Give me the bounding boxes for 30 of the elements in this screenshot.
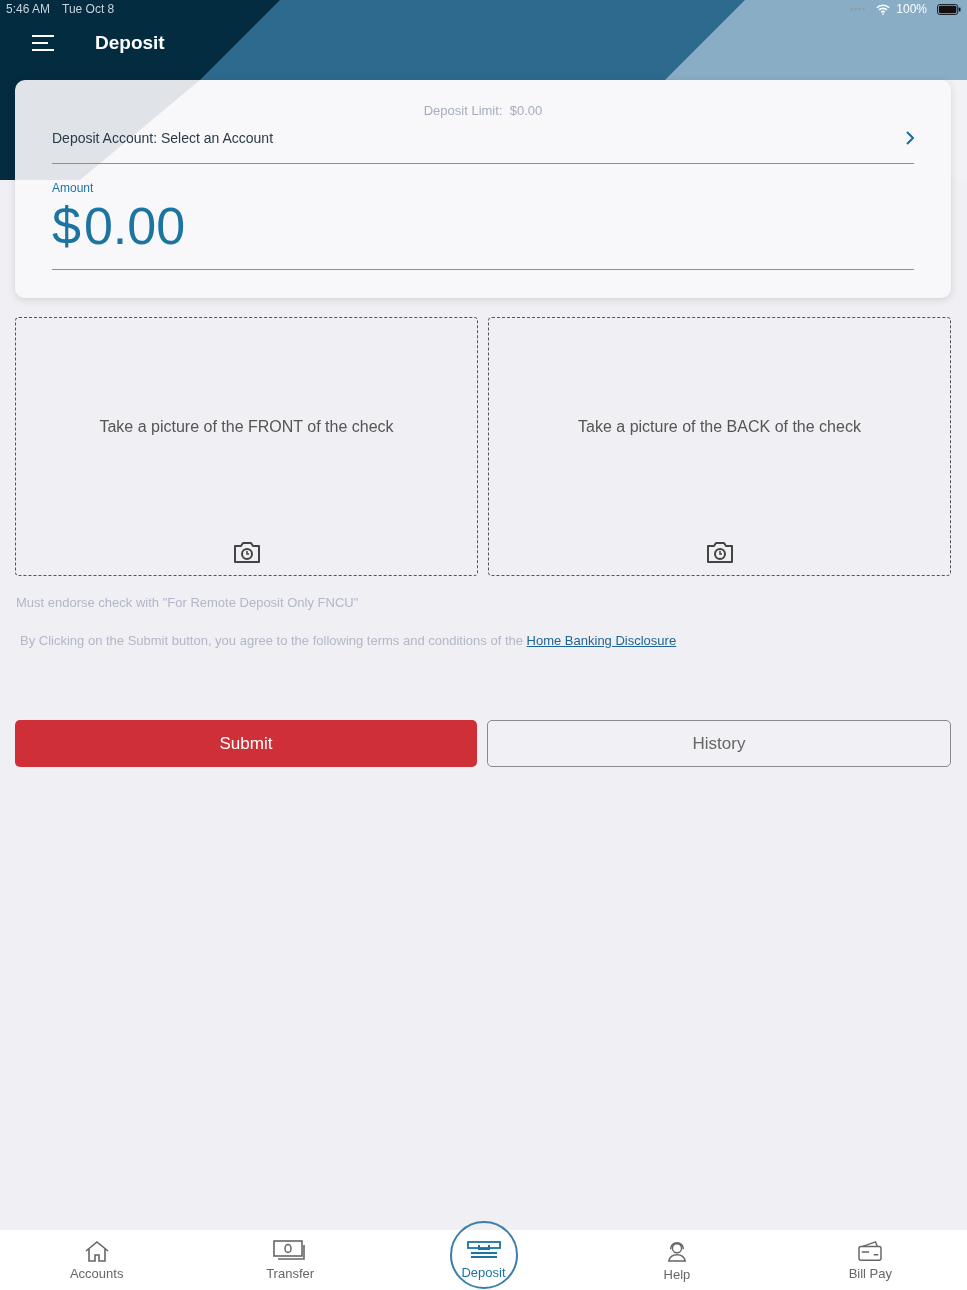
battery-icon	[937, 3, 961, 15]
camera-icon	[232, 540, 261, 564]
endorse-note: Must endorse check with "For Remote Deposit Only FNCU"	[16, 595, 360, 610]
account-selector[interactable]: Deposit Account: Select an Account	[52, 118, 914, 164]
history-button[interactable]: History	[487, 720, 951, 767]
tab-item[interactable]: Transfer	[193, 1230, 387, 1290]
wifi-icon	[876, 3, 891, 15]
amount-value: $0.00	[52, 196, 187, 257]
camera-icon	[705, 540, 734, 564]
check-photo-area[interactable]: Take a picture of the BACK of the check	[488, 317, 951, 576]
wallet-icon	[857, 1239, 884, 1262]
status-date: Tue Oct 8	[62, 2, 115, 16]
disclosure-link[interactable]: Home Banking Disclosure	[526, 633, 677, 648]
tab-item[interactable]: Accounts	[0, 1230, 194, 1290]
deposit-limit: Deposit Limit: $0.00	[422, 102, 544, 118]
amount-field[interactable]: Amount $0.00	[52, 164, 914, 270]
status-time: 5:46 AM	[6, 2, 51, 16]
submit-button[interactable]: Submit	[15, 720, 477, 767]
tab-item[interactable]: Bill Pay	[773, 1230, 967, 1290]
check-photo-area[interactable]: Take a picture of the FRONT of the check	[15, 317, 478, 576]
amount-label: Amount	[52, 181, 95, 195]
chevron-right-icon	[906, 131, 914, 145]
atm-icon	[466, 1240, 501, 1261]
menu-icon[interactable]	[31, 34, 55, 52]
house-icon	[83, 1239, 110, 1262]
tab-item[interactable]: Help	[580, 1230, 774, 1290]
terms-text: By Clicking on the Submit button, you agree to the following terms and conditions of the Home Banking Disclosure	[20, 633, 678, 648]
cash-icon	[273, 1239, 308, 1262]
battery-percent: 100%	[896, 2, 927, 16]
page-title: Deposit	[95, 32, 165, 54]
